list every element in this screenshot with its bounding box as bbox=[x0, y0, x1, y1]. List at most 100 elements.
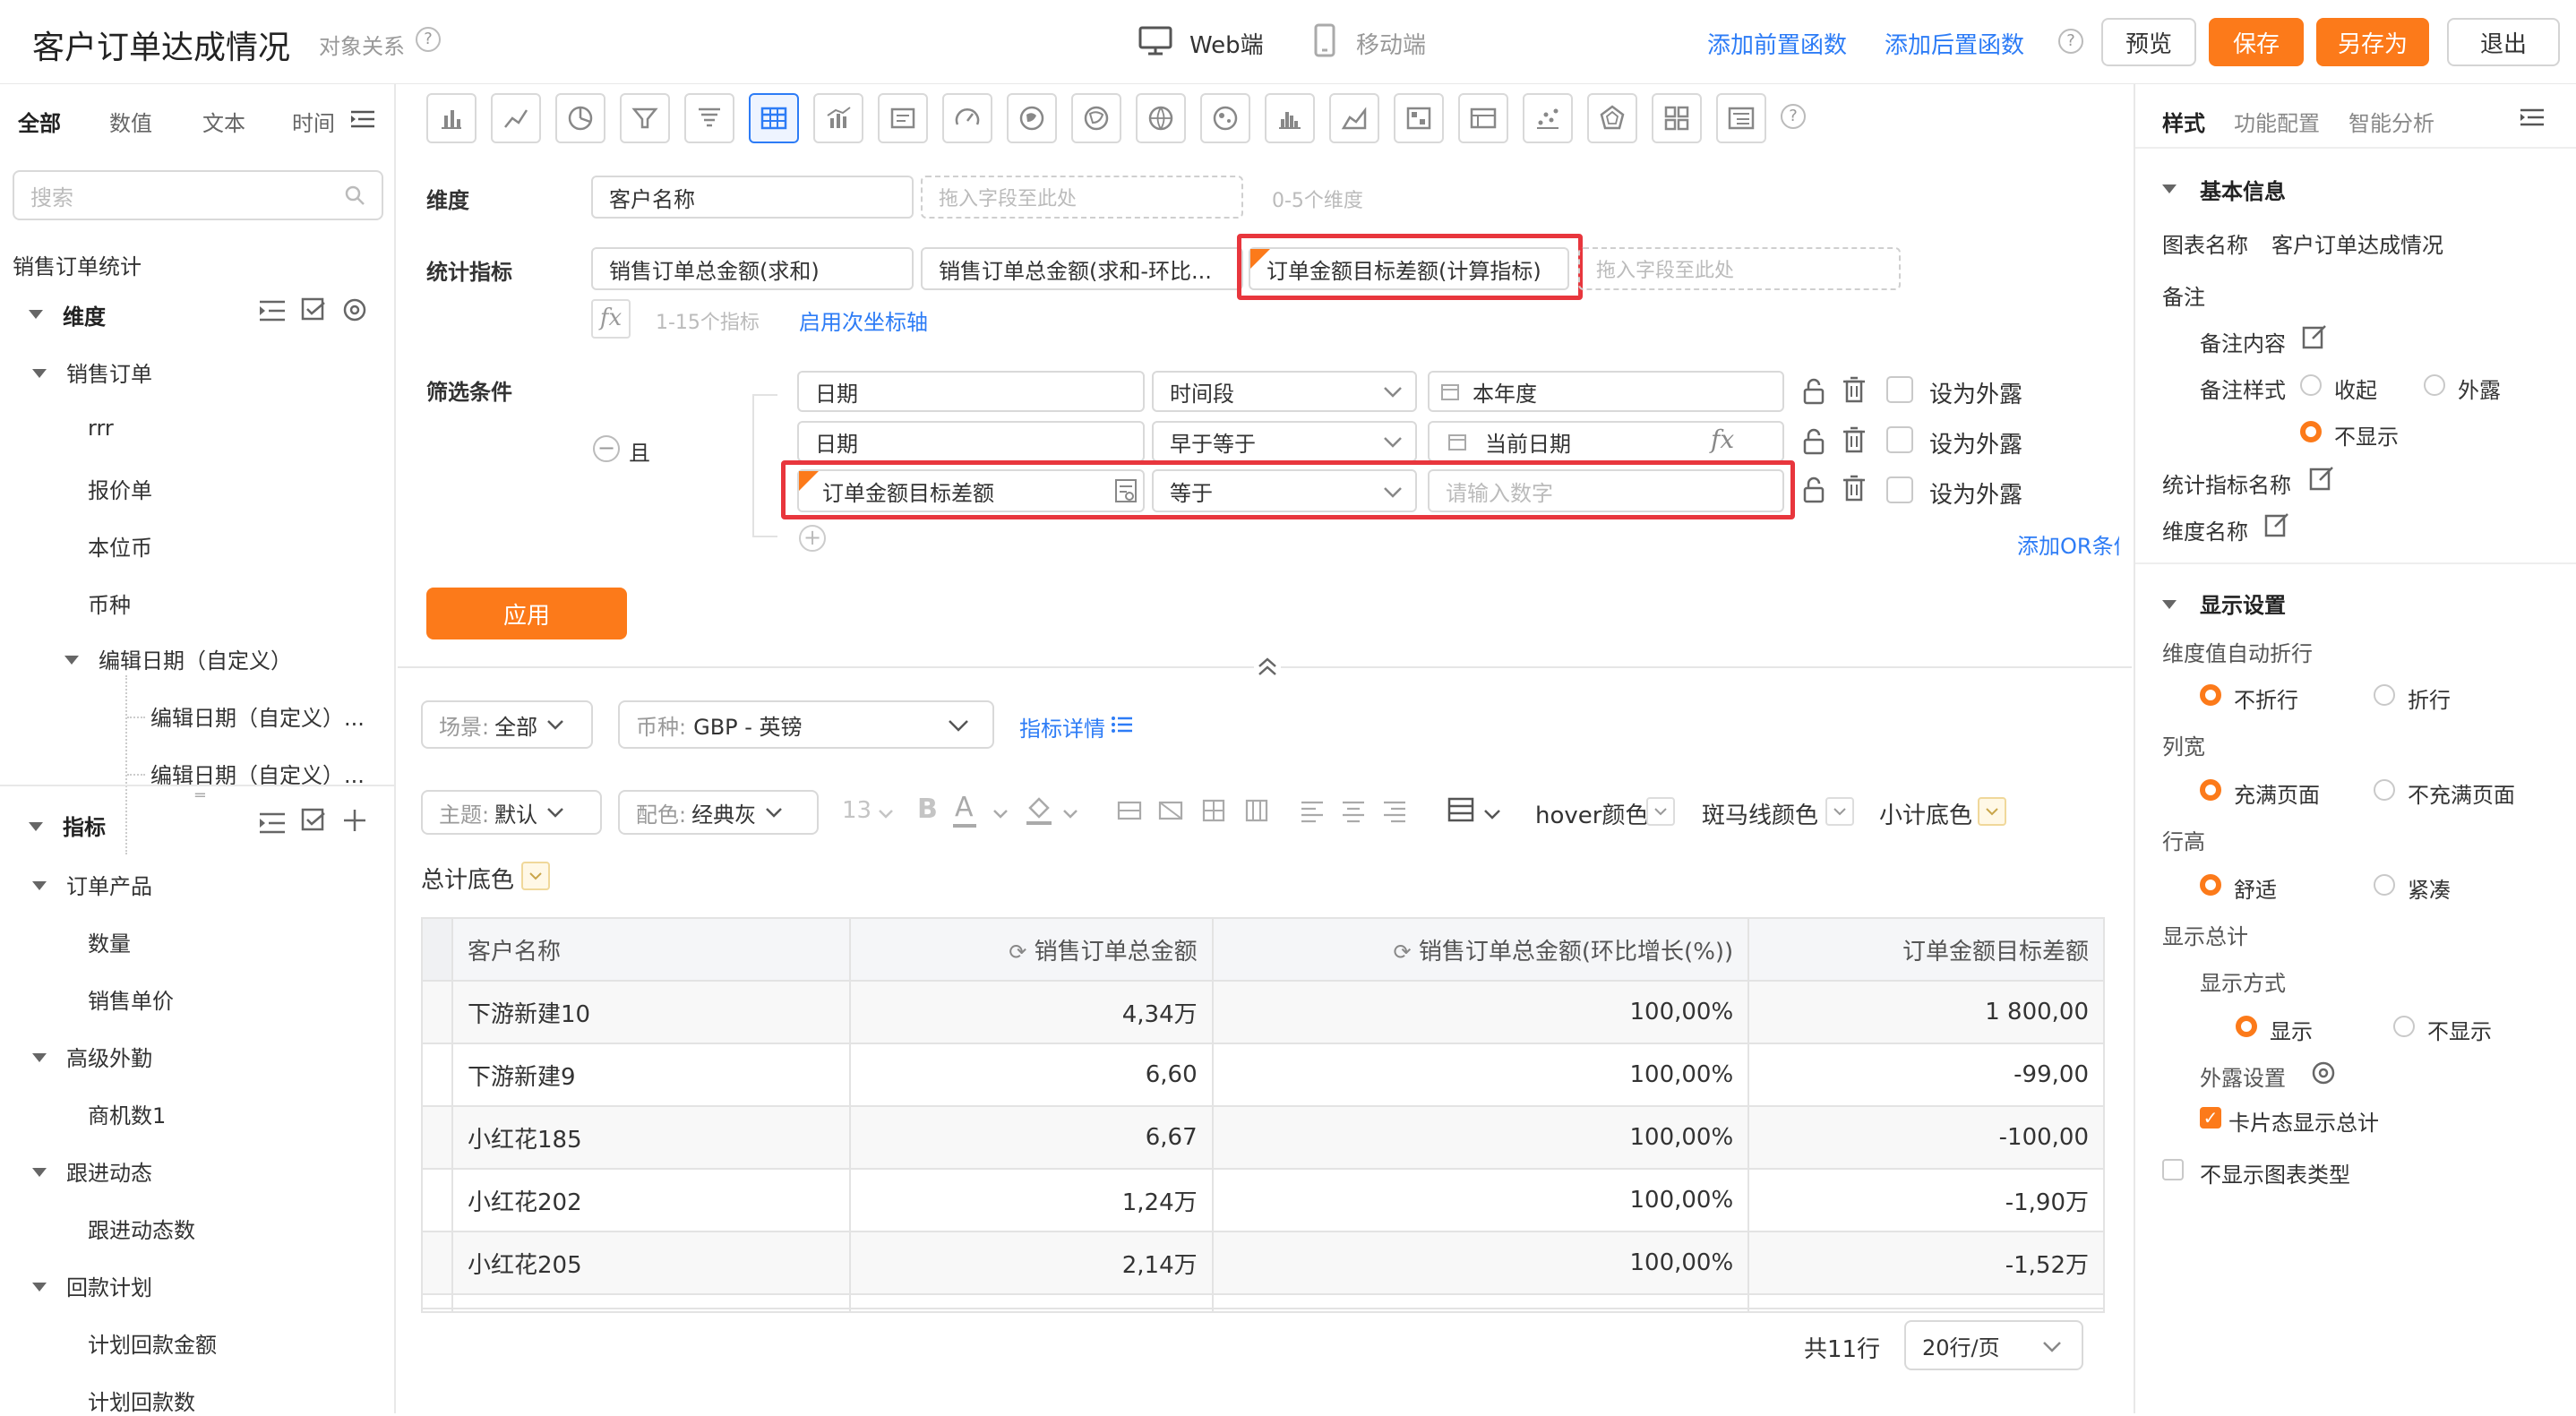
resize-handle[interactable]: ═ bbox=[195, 786, 205, 805]
search-input[interactable]: 搜索 bbox=[13, 170, 383, 220]
metric-chip[interactable]: 销售订单总金额(求和-环比... bbox=[921, 247, 1243, 290]
card-icon[interactable] bbox=[878, 93, 928, 143]
indent-icon[interactable] bbox=[260, 811, 285, 838]
map-cn-icon[interactable] bbox=[1007, 93, 1057, 143]
tree-node[interactable]: 高级外勤 bbox=[66, 1041, 152, 1072]
scatter-icon[interactable] bbox=[1523, 93, 1573, 143]
radio-expose[interactable] bbox=[2424, 374, 2445, 396]
tree-field[interactable]: 计划回款数 bbox=[88, 1385, 195, 1416]
zebra-color-picker[interactable] bbox=[1825, 797, 1854, 826]
metric-chip[interactable]: 销售订单总金额(求和) bbox=[591, 247, 914, 290]
apply-button[interactable]: 应用 bbox=[426, 588, 627, 639]
tree-node[interactable]: 订单产品 bbox=[66, 869, 152, 900]
dashboard-icon[interactable] bbox=[1652, 93, 1702, 143]
tab-text[interactable]: 文本 bbox=[202, 106, 245, 137]
mobile-mode-tab[interactable]: 移动端 bbox=[1356, 27, 1426, 60]
currency-select[interactable]: 币种: GBP - 英镑 bbox=[618, 700, 994, 749]
radio-not-show[interactable] bbox=[2393, 1016, 2415, 1037]
expose-checkbox[interactable] bbox=[1886, 376, 1913, 403]
unlock-icon[interactable] bbox=[1802, 476, 1825, 507]
save-button[interactable]: 保存 bbox=[2209, 18, 2304, 66]
bold-icon[interactable]: B bbox=[917, 794, 938, 825]
save-as-button[interactable]: 另存为 bbox=[2316, 18, 2429, 66]
tree-field[interactable]: 数量 bbox=[88, 926, 131, 957]
collapse-icon[interactable] bbox=[29, 310, 43, 319]
tree-field[interactable]: 计划回款金额 bbox=[88, 1327, 217, 1359]
card-total-checkbox[interactable]: ✓ bbox=[2200, 1107, 2221, 1129]
funnel-chart-icon[interactable] bbox=[620, 93, 670, 143]
expand-icon[interactable] bbox=[32, 1053, 47, 1062]
edit-icon[interactable] bbox=[2264, 512, 2289, 541]
tab-number[interactable]: 数值 bbox=[109, 106, 152, 137]
metric-group[interactable]: 指标 bbox=[63, 810, 106, 841]
funnel-alt-icon[interactable] bbox=[684, 93, 734, 143]
sort-icon[interactable]: ⟳ bbox=[1009, 940, 1026, 965]
batch-select-icon[interactable] bbox=[301, 297, 326, 326]
help-icon[interactable]: ? bbox=[1781, 104, 1806, 129]
panel-menu-icon[interactable] bbox=[2520, 107, 2544, 131]
exit-button[interactable]: 退出 bbox=[2447, 18, 2560, 66]
radio-show[interactable] bbox=[2236, 1016, 2257, 1037]
table-row[interactable]: 小红花205 2,14万 100,00% -1,52万 bbox=[421, 1231, 2105, 1295]
pie-chart-icon[interactable] bbox=[555, 93, 605, 143]
collapse-icon[interactable] bbox=[29, 822, 43, 831]
table-row[interactable]: 下游新建10 4,34万 100,00% 1 800,00 bbox=[421, 980, 2105, 1044]
radio-fill-page[interactable] bbox=[2200, 779, 2221, 801]
unlock-icon[interactable] bbox=[1802, 378, 1825, 408]
tree-field[interactable]: 跟进动态数 bbox=[88, 1213, 195, 1244]
tab-all[interactable]: 全部 bbox=[18, 106, 61, 137]
map-bubble-icon[interactable] bbox=[1200, 93, 1250, 143]
unlock-icon[interactable] bbox=[1802, 428, 1825, 459]
dimension-group[interactable]: 维度 bbox=[63, 299, 106, 330]
gauge-icon[interactable] bbox=[942, 93, 992, 143]
edit-icon[interactable] bbox=[2309, 466, 2334, 494]
tree-node[interactable]: 回款计划 bbox=[66, 1270, 152, 1301]
chart-name-value[interactable]: 客户订单达成情况 bbox=[2271, 227, 2443, 259]
add-post-function-link[interactable]: 添加后置函数 bbox=[1885, 27, 2024, 60]
radio-collapse[interactable] bbox=[2300, 374, 2322, 396]
formula-icon[interactable]: fx bbox=[591, 299, 631, 339]
column-header[interactable]: 客户名称 bbox=[451, 917, 851, 982]
expand-icon[interactable] bbox=[32, 881, 47, 890]
search-icon[interactable] bbox=[344, 185, 365, 210]
hover-color-picker[interactable] bbox=[1646, 797, 1675, 826]
merge-cell-icon[interactable] bbox=[1116, 797, 1143, 828]
tree-field[interactable]: 商机数1 bbox=[88, 1098, 166, 1129]
help-icon[interactable]: ? bbox=[416, 27, 441, 52]
secondary-axis-link[interactable]: 启用次坐标轴 bbox=[799, 305, 928, 336]
filter-field[interactable]: 日期 bbox=[797, 371, 1145, 412]
map-world-icon[interactable] bbox=[1136, 93, 1186, 143]
radio-no-fill-page[interactable] bbox=[2374, 779, 2395, 801]
tree-field[interactable]: 本位币 bbox=[88, 530, 152, 562]
align-right-icon[interactable] bbox=[1381, 797, 1408, 828]
table-icon[interactable] bbox=[749, 93, 799, 143]
add-pre-function-link[interactable]: 添加前置函数 bbox=[1707, 27, 1847, 60]
hide-chart-type-checkbox[interactable] bbox=[2162, 1159, 2184, 1180]
scene-select[interactable]: 场景: 全部 bbox=[421, 700, 593, 749]
font-color-icon[interactable]: A bbox=[955, 792, 974, 823]
theme-select[interactable]: 主题: 默认 bbox=[421, 790, 602, 835]
list-icon[interactable] bbox=[1111, 715, 1132, 738]
batch-select-icon[interactable] bbox=[301, 808, 326, 837]
expand-icon[interactable] bbox=[64, 656, 79, 665]
tab-smart-analysis[interactable]: 智能分析 bbox=[2348, 106, 2434, 137]
expand-icon[interactable] bbox=[32, 1283, 47, 1292]
radio-wrap[interactable] bbox=[2374, 684, 2395, 706]
align-center-icon[interactable] bbox=[1340, 797, 1367, 828]
expose-checkbox[interactable] bbox=[1886, 426, 1913, 453]
settings-icon[interactable] bbox=[342, 297, 367, 326]
tree-field[interactable]: 报价单 bbox=[88, 473, 152, 504]
tree-table-icon[interactable] bbox=[1716, 93, 1766, 143]
radio-comfortable[interactable] bbox=[2200, 874, 2221, 896]
area-chart-icon[interactable] bbox=[1329, 93, 1379, 143]
tree-node-sales-order[interactable]: 销售订单 bbox=[66, 356, 152, 388]
table-row[interactable]: 小红花185 6,67 100,00% -100,00 bbox=[421, 1105, 2105, 1170]
filter-operator[interactable]: 时间段 bbox=[1152, 371, 1417, 412]
fill-color-icon[interactable] bbox=[1025, 794, 1053, 829]
desktop-icon[interactable] bbox=[1138, 25, 1173, 56]
collapse-logic-icon[interactable]: − bbox=[593, 435, 620, 462]
tree-field[interactable]: 销售单价 bbox=[88, 983, 174, 1015]
detail-table-icon[interactable] bbox=[1458, 93, 1508, 143]
formula-icon[interactable]: fx bbox=[1711, 425, 1734, 454]
radar-icon[interactable] bbox=[1587, 93, 1637, 143]
